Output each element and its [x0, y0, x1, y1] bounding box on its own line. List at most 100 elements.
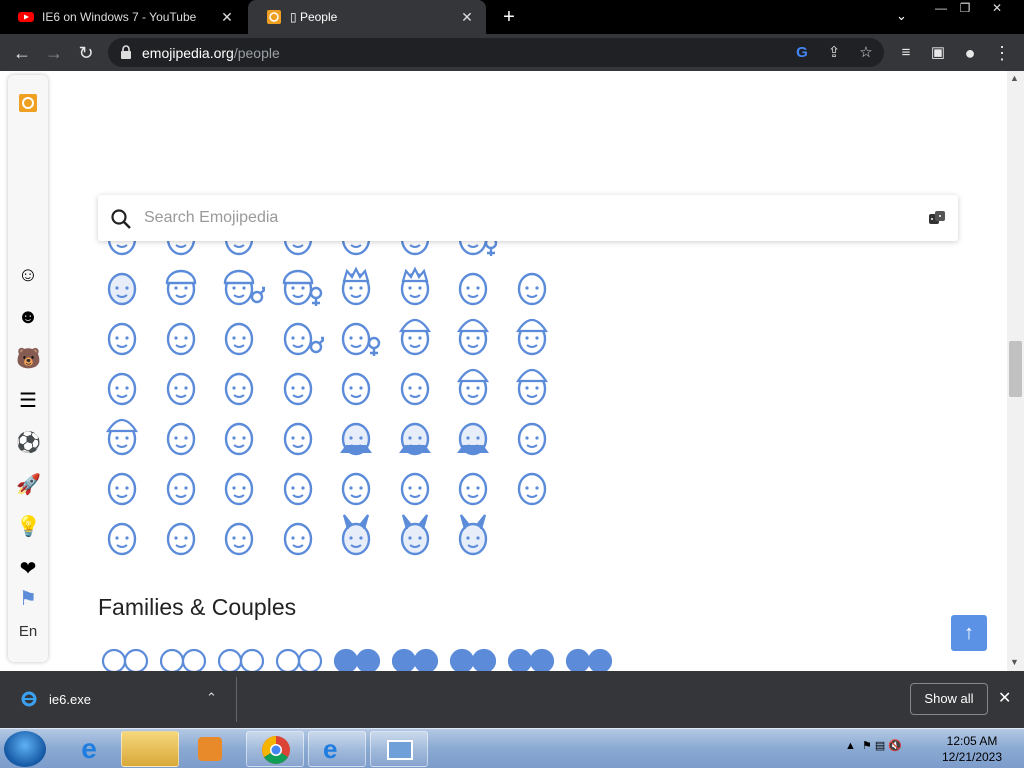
- vampire-emoji-icon[interactable]: [334, 413, 382, 461]
- flags-category-icon[interactable]: ⚑: [16, 587, 40, 611]
- tab-search-chevron-icon[interactable]: ⌄: [896, 8, 907, 24]
- fairy-2-emoji-icon[interactable]: [217, 413, 265, 461]
- vampire-3-emoji-icon[interactable]: [451, 413, 499, 461]
- taskbar-clock[interactable]: 12:05 AM 12/21/2023: [932, 733, 1012, 765]
- supervillain-3-emoji-icon[interactable]: [393, 363, 441, 411]
- ghost-bowtie-emoji-icon[interactable]: [510, 263, 558, 311]
- construction-worker-female-emoji-icon[interactable]: [276, 263, 324, 311]
- symbols-category-icon[interactable]: ❤: [16, 557, 40, 581]
- genie-emoji-icon[interactable]: [393, 463, 441, 511]
- person-curly-emoji-icon[interactable]: [451, 263, 499, 311]
- person-covering-mouth-emoji-icon[interactable]: [100, 263, 148, 311]
- tab-youtube[interactable]: IE6 on Windows 7 - YouTube ✕: [0, 0, 246, 34]
- address-bar[interactable]: emojipedia.org/people G ⇪ ☆: [108, 38, 884, 67]
- download-item[interactable]: ie6.exe ⌃: [0, 671, 236, 728]
- merman-emoji-icon[interactable]: [100, 463, 148, 511]
- tab-close-button[interactable]: ✕: [218, 9, 236, 26]
- random-dice-icon[interactable]: [928, 209, 946, 227]
- bride-emoji-icon[interactable]: [217, 313, 265, 361]
- language-selector[interactable]: En: [8, 623, 48, 640]
- smileys-category-icon[interactable]: ☺: [16, 263, 40, 287]
- fairy-3-emoji-icon[interactable]: [276, 413, 324, 461]
- superhero-emoji-icon[interactable]: [100, 363, 148, 411]
- page-scrollbar[interactable]: ▲ ▼: [1007, 71, 1024, 671]
- mage-3-emoji-icon[interactable]: [100, 413, 148, 461]
- mermaid-emoji-icon[interactable]: [159, 463, 207, 511]
- crown-person-emoji-icon[interactable]: [334, 263, 382, 311]
- women-bunny-ears-emoji-icon[interactable]: [451, 513, 499, 561]
- share-icon[interactable]: ⇪: [824, 43, 844, 63]
- ie-taskbar-icon[interactable]: e: [72, 733, 106, 765]
- lips-icon[interactable]: [506, 637, 556, 671]
- close-download-bar-button[interactable]: ✕: [998, 688, 1011, 708]
- mrs-claus-emoji-icon[interactable]: [451, 313, 499, 361]
- ghost-bowtie-2-emoji-icon[interactable]: [100, 313, 148, 361]
- forward-icon[interactable]: →: [42, 41, 66, 65]
- superhero-2-emoji-icon[interactable]: [159, 363, 207, 411]
- tab-close-button[interactable]: ✕: [458, 9, 476, 26]
- app-taskbar-icon[interactable]: [370, 731, 428, 767]
- men-bunny-ears-emoji-icon[interactable]: [393, 513, 441, 561]
- scrollbar-thumb[interactable]: [1009, 341, 1022, 397]
- bride-male-emoji-icon[interactable]: [276, 313, 326, 361]
- elf-2-emoji-icon[interactable]: [276, 463, 324, 511]
- search-input[interactable]: [144, 205, 884, 231]
- kiss-icon[interactable]: [332, 637, 382, 671]
- mx-claus-emoji-icon[interactable]: [510, 313, 558, 361]
- explorer-taskbar-icon[interactable]: [121, 731, 179, 767]
- bride-female-emoji-icon[interactable]: [334, 313, 382, 361]
- activity-category-icon[interactable]: ⚽: [16, 431, 41, 455]
- person-silhouette-icon[interactable]: [564, 637, 614, 671]
- superhero-3-emoji-icon[interactable]: [217, 363, 265, 411]
- food-category-icon[interactable]: ☰: [16, 389, 40, 413]
- media-player-taskbar-icon[interactable]: [198, 737, 222, 761]
- scroll-down-arrow-icon[interactable]: ▼: [1010, 657, 1019, 667]
- people-bunny-ears-emoji-icon[interactable]: [334, 513, 382, 561]
- reload-icon[interactable]: ↻: [74, 41, 98, 65]
- vampire-2-emoji-icon[interactable]: [393, 413, 441, 461]
- mage-emoji-icon[interactable]: [451, 363, 499, 411]
- emojipedia-logo-icon[interactable]: [16, 91, 40, 115]
- couple-with-heart-icon[interactable]: [390, 637, 440, 671]
- travel-category-icon[interactable]: 🚀: [16, 473, 41, 497]
- reading-list-icon[interactable]: ≡: [894, 41, 918, 65]
- family-icon[interactable]: [100, 637, 150, 671]
- animals-category-icon[interactable]: 🐻: [16, 347, 41, 371]
- genie-2-emoji-icon[interactable]: [451, 463, 499, 511]
- family-2-icon[interactable]: [158, 637, 208, 671]
- construction-worker-emoji-icon[interactable]: [159, 263, 207, 311]
- new-tab-button[interactable]: +: [498, 6, 520, 28]
- supervillain-emoji-icon[interactable]: [276, 363, 324, 411]
- genie-3-emoji-icon[interactable]: [510, 463, 558, 511]
- zombie-emoji-icon[interactable]: [100, 513, 148, 561]
- heart-icon[interactable]: [448, 637, 498, 671]
- google-icon[interactable]: G: [792, 43, 812, 63]
- construction-worker-male-emoji-icon[interactable]: [217, 263, 268, 311]
- supervillain-2-emoji-icon[interactable]: [334, 363, 382, 411]
- back-icon[interactable]: ←: [10, 41, 34, 65]
- merperson-emoji-icon[interactable]: [510, 413, 558, 461]
- ie6-taskbar-icon[interactable]: e: [308, 731, 366, 767]
- system-tray[interactable]: ▲ ⚑ ▤ 🔇: [845, 739, 902, 752]
- bookmark-star-icon[interactable]: ☆: [856, 43, 876, 63]
- show-all-button[interactable]: Show all: [910, 683, 988, 715]
- close-window-button[interactable]: ✕: [982, 0, 1012, 16]
- mage-2-emoji-icon[interactable]: [510, 363, 558, 411]
- profile-avatar-icon[interactable]: ●: [958, 41, 982, 65]
- elf-emoji-icon[interactable]: [217, 463, 265, 511]
- chrome-taskbar-icon[interactable]: [246, 731, 304, 767]
- family-holding-hands-icon[interactable]: [216, 637, 266, 671]
- santa-emoji-icon[interactable]: [393, 313, 441, 361]
- fairy-emoji-icon[interactable]: [159, 413, 207, 461]
- tab-people[interactable]: ▯ People ✕: [248, 0, 486, 34]
- objects-category-icon[interactable]: 💡: [16, 515, 41, 539]
- crown-person-2-emoji-icon[interactable]: [393, 263, 441, 311]
- elf-3-emoji-icon[interactable]: [334, 463, 382, 511]
- people-category-icon[interactable]: ☻: [16, 305, 40, 329]
- chevron-up-icon[interactable]: ⌃: [206, 690, 217, 706]
- side-panel-icon[interactable]: ▣: [926, 41, 950, 65]
- restore-button[interactable]: ❐: [950, 0, 980, 16]
- troll-emoji-icon[interactable]: [276, 513, 324, 561]
- start-button[interactable]: [4, 731, 46, 767]
- zombie-3-emoji-icon[interactable]: [217, 513, 265, 561]
